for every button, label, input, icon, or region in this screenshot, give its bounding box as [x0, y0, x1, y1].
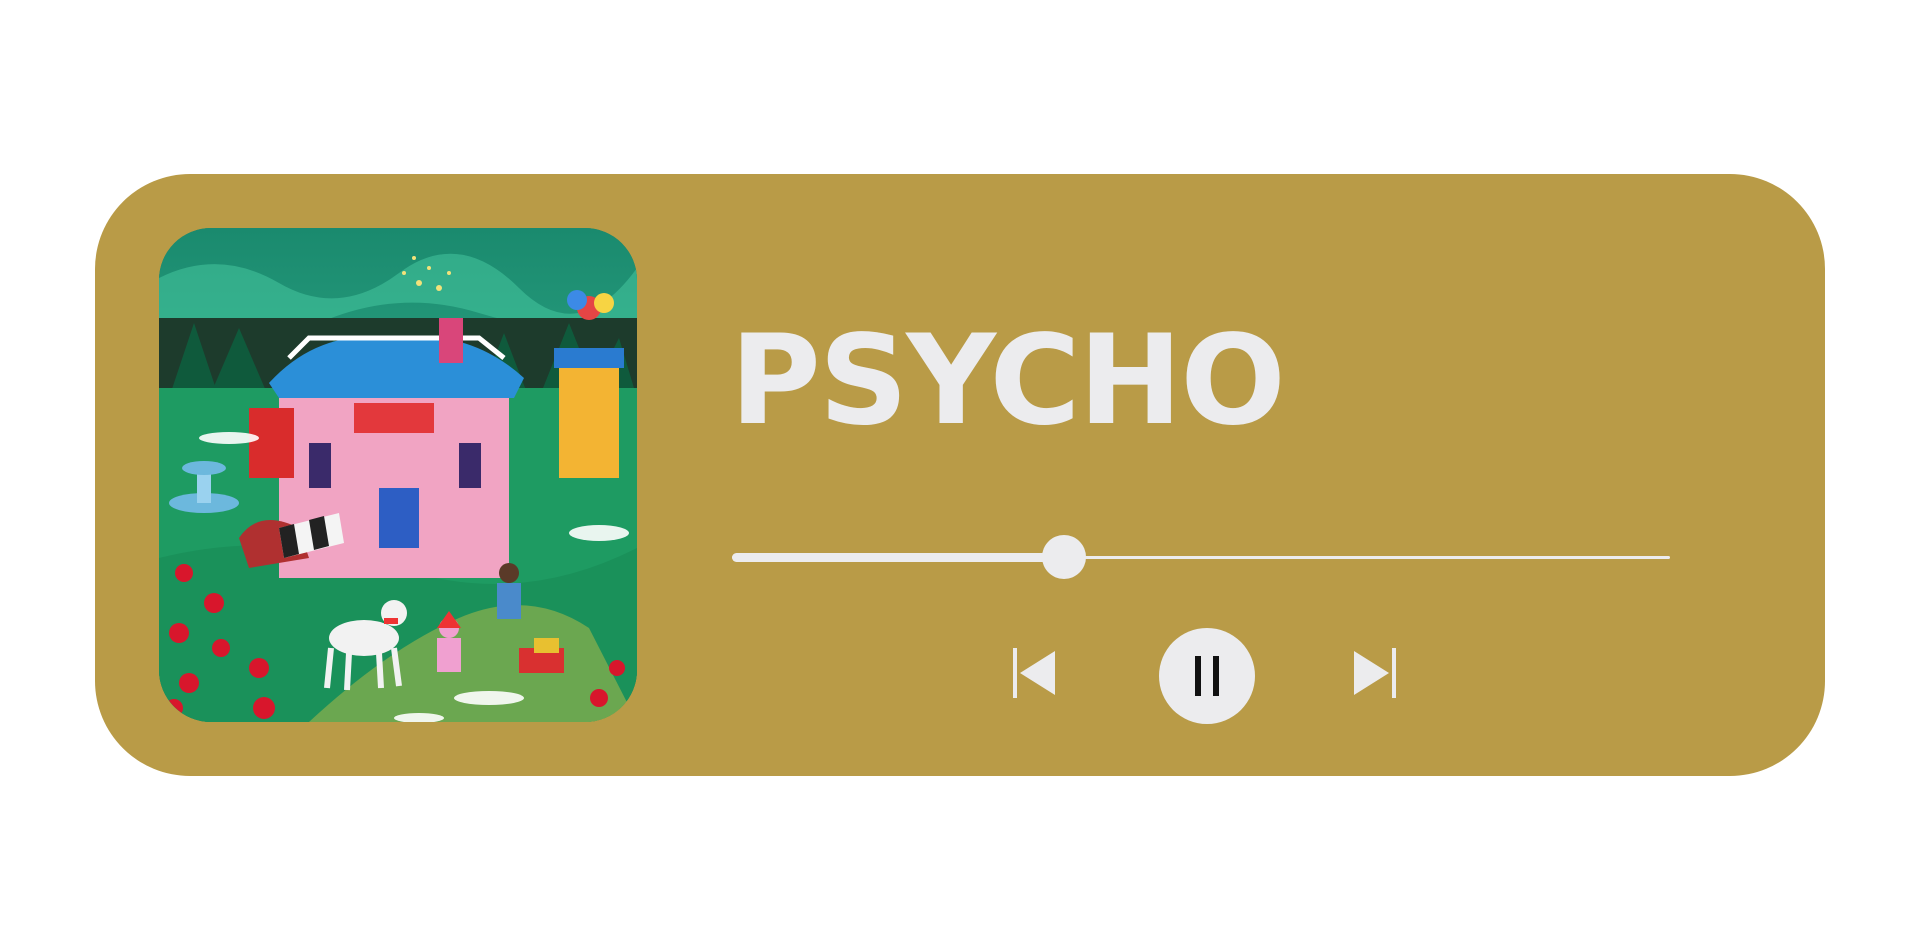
skip-next-icon	[1354, 648, 1396, 698]
progress-fill	[732, 553, 1065, 562]
music-player-card: PSYCHO	[95, 174, 1825, 776]
previous-button[interactable]	[1009, 646, 1059, 700]
album-cover-illustration-icon	[159, 228, 637, 722]
skip-previous-icon	[1013, 648, 1055, 698]
progress-slider[interactable]	[732, 535, 1670, 579]
song-title: PSYCHO	[730, 309, 1286, 453]
pause-button[interactable]	[1159, 628, 1255, 724]
next-button[interactable]	[1350, 646, 1400, 700]
album-art	[159, 228, 637, 722]
progress-thumb[interactable]	[1042, 535, 1087, 579]
pause-icon	[1195, 656, 1219, 696]
stage: PSYCHO	[0, 0, 1920, 950]
